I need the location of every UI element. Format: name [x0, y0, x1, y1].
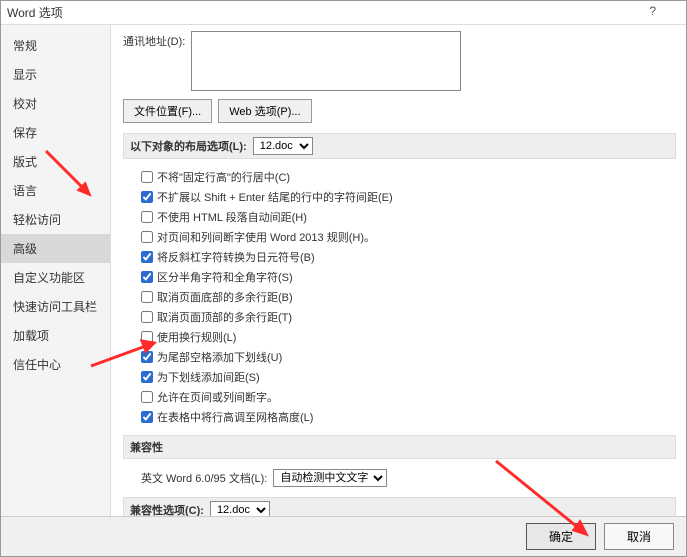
layout-options-label: 以下对象的布局选项(L):: [130, 138, 247, 154]
sidebar: 常规显示校对保存版式语言轻松访问高级自定义功能区快速访问工具栏加载项信任中心: [1, 25, 111, 516]
window-title: Word 选项: [7, 4, 63, 21]
word-options-dialog: Word 选项 ? 常规显示校对保存版式语言轻松访问高级自定义功能区快速访问工具…: [0, 0, 687, 557]
layout-option-label-4: 将反斜杠字符转换为日元符号(B): [157, 249, 315, 265]
ok-button[interactable]: 确定: [526, 523, 596, 550]
layout-option-label-0: 不将"固定行高"的行居中(C): [157, 169, 290, 185]
compat-options-header: 兼容性选项(C): 12.doc: [123, 497, 676, 516]
layout-option-label-7: 取消页面顶部的多余行距(T): [157, 309, 292, 325]
layout-option-10[interactable]: 为下划线添加间距(S): [141, 367, 676, 387]
layout-option-3[interactable]: 对页间和列间断字使用 Word 2013 规则(H)。: [141, 227, 676, 247]
layout-option-9[interactable]: 为尾部空格添加下划线(U): [141, 347, 676, 367]
mailing-address-input[interactable]: [191, 31, 461, 91]
dialog-body: 常规显示校对保存版式语言轻松访问高级自定义功能区快速访问工具栏加载项信任中心 通…: [1, 25, 686, 516]
layout-option-7[interactable]: 取消页面顶部的多余行距(T): [141, 307, 676, 327]
layout-options-doc-select[interactable]: 12.doc: [253, 137, 313, 155]
layout-options-list: 不将"固定行高"的行居中(C) 不扩展以 Shift + Enter 结尾的行中的…: [123, 165, 676, 435]
sidebar-item-2[interactable]: 校对: [1, 89, 110, 118]
layout-option-checkbox-5[interactable]: [141, 271, 153, 283]
layout-option-label-8: 使用换行规则(L): [157, 329, 236, 345]
file-locations-button[interactable]: 文件位置(F)...: [123, 99, 212, 123]
layout-option-checkbox-2[interactable]: [141, 211, 153, 223]
sidebar-item-6[interactable]: 轻松访问: [1, 205, 110, 234]
sidebar-item-7[interactable]: 高级: [1, 234, 110, 263]
compat-heading: 兼容性: [123, 435, 676, 459]
layout-option-checkbox-1[interactable]: [141, 191, 153, 203]
layout-option-12[interactable]: 在表格中将行高调至网格高度(L): [141, 407, 676, 427]
layout-option-label-9: 为尾部空格添加下划线(U): [157, 349, 282, 365]
layout-option-checkbox-9[interactable]: [141, 351, 153, 363]
layout-option-label-2: 不使用 HTML 段落自动间距(H): [157, 209, 307, 225]
layout-option-label-11: 允许在页间或列间断字。: [157, 389, 278, 405]
titlebar: Word 选项 ?: [1, 1, 686, 25]
sidebar-item-8[interactable]: 自定义功能区: [1, 263, 110, 292]
layout-option-checkbox-6[interactable]: [141, 291, 153, 303]
dialog-footer: 确定 取消: [1, 516, 686, 556]
sidebar-item-5[interactable]: 语言: [1, 176, 110, 205]
compat-options-label: 兼容性选项(C):: [130, 502, 204, 516]
layout-option-11[interactable]: 允许在页间或列间断字。: [141, 387, 676, 407]
help-button[interactable]: ?: [649, 4, 656, 18]
layout-option-label-1: 不扩展以 Shift + Enter 结尾的行中的字符间距(E): [157, 189, 393, 205]
mailing-address-label: 通讯地址(D):: [123, 31, 185, 49]
layout-option-checkbox-7[interactable]: [141, 311, 153, 323]
main-panel: 通讯地址(D): 文件位置(F)... Web 选项(P)... 以下对象的布局…: [111, 25, 686, 516]
compat-doc-mode-select[interactable]: 自动检测中文文字: [273, 469, 387, 487]
sidebar-item-4[interactable]: 版式: [1, 147, 110, 176]
layout-option-checkbox-0[interactable]: [141, 171, 153, 183]
layout-option-4[interactable]: 将反斜杠字符转换为日元符号(B): [141, 247, 676, 267]
layout-option-6[interactable]: 取消页面底部的多余行距(B): [141, 287, 676, 307]
compat-doc-label: 英文 Word 6.0/95 文档(L):: [141, 470, 267, 486]
sidebar-item-0[interactable]: 常规: [1, 31, 110, 60]
mailing-address-row: 通讯地址(D):: [123, 31, 676, 91]
layout-option-label-3: 对页间和列间断字使用 Word 2013 规则(H)。: [157, 229, 375, 245]
sidebar-item-11[interactable]: 信任中心: [1, 350, 110, 379]
layout-option-checkbox-8[interactable]: [141, 331, 153, 343]
compat-heading-label: 兼容性: [130, 439, 163, 455]
layout-option-label-10: 为下划线添加间距(S): [157, 369, 260, 385]
sidebar-item-10[interactable]: 加载项: [1, 321, 110, 350]
layout-option-checkbox-3[interactable]: [141, 231, 153, 243]
layout-option-checkbox-11[interactable]: [141, 391, 153, 403]
cancel-button[interactable]: 取消: [604, 523, 674, 550]
layout-option-0[interactable]: 不将"固定行高"的行居中(C): [141, 167, 676, 187]
sidebar-item-9[interactable]: 快速访问工具栏: [1, 292, 110, 321]
layout-option-checkbox-12[interactable]: [141, 411, 153, 423]
toolbar-buttons: 文件位置(F)... Web 选项(P)...: [123, 99, 676, 123]
layout-option-label-5: 区分半角字符和全角字符(S): [157, 269, 293, 285]
web-options-button[interactable]: Web 选项(P)...: [218, 99, 311, 123]
layout-option-checkbox-4[interactable]: [141, 251, 153, 263]
sidebar-item-1[interactable]: 显示: [1, 60, 110, 89]
layout-option-label-6: 取消页面底部的多余行距(B): [157, 289, 293, 305]
layout-option-8[interactable]: 使用换行规则(L): [141, 327, 676, 347]
layout-option-1[interactable]: 不扩展以 Shift + Enter 结尾的行中的字符间距(E): [141, 187, 676, 207]
layout-option-5[interactable]: 区分半角字符和全角字符(S): [141, 267, 676, 287]
layout-option-2[interactable]: 不使用 HTML 段落自动间距(H): [141, 207, 676, 227]
layout-option-checkbox-10[interactable]: [141, 371, 153, 383]
compat-options-doc-select[interactable]: 12.doc: [210, 501, 270, 516]
compat-doc-row: 英文 Word 6.0/95 文档(L): 自动检测中文文字: [123, 465, 676, 497]
sidebar-item-3[interactable]: 保存: [1, 118, 110, 147]
layout-option-label-12: 在表格中将行高调至网格高度(L): [157, 409, 313, 425]
layout-options-header: 以下对象的布局选项(L): 12.doc: [123, 133, 676, 159]
